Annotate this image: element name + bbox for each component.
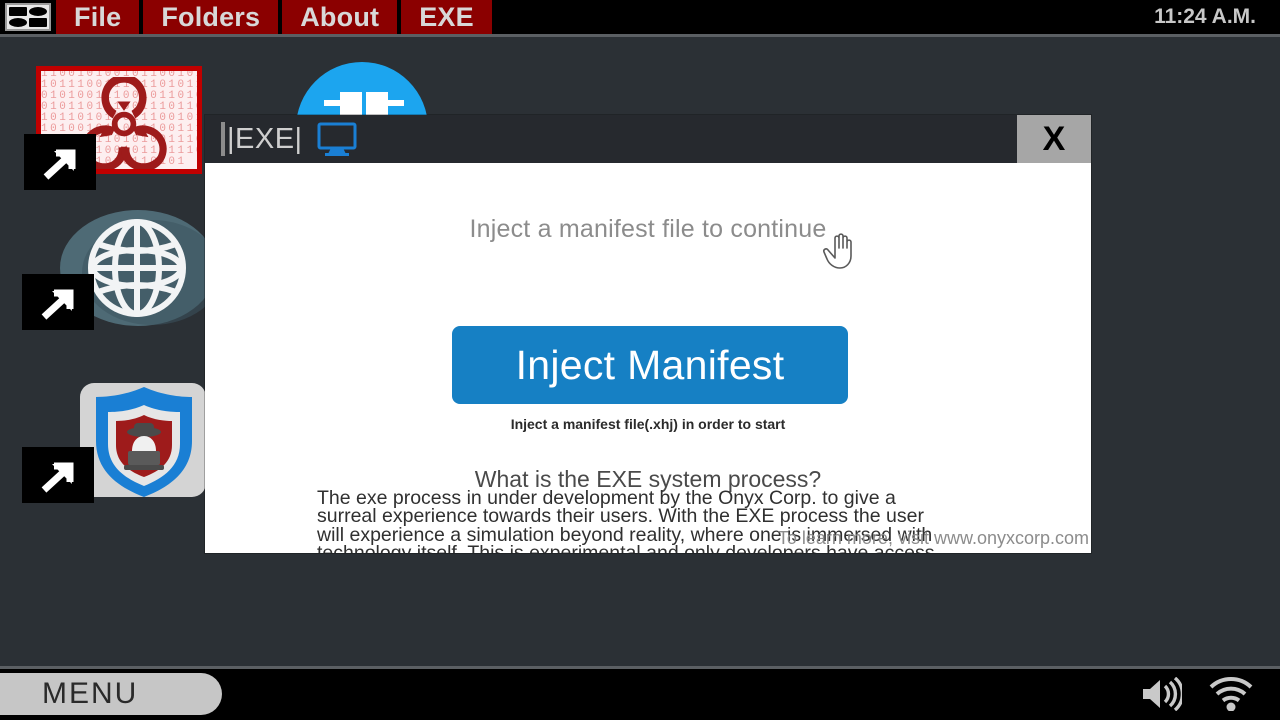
close-button[interactable]: X bbox=[1017, 115, 1091, 163]
grid-apps-icon bbox=[5, 3, 51, 31]
taskbar-divider bbox=[0, 666, 1280, 669]
menu-bar: File Folders About EXE 11:24 A.M. bbox=[0, 0, 1280, 34]
wifi-icon[interactable] bbox=[1208, 677, 1254, 711]
menu-about[interactable]: About bbox=[282, 0, 402, 34]
menu-bar-divider bbox=[0, 34, 1280, 37]
learn-more-link[interactable]: To learn more, visit www.onyxcorp.com bbox=[778, 528, 1091, 549]
inject-manifest-button[interactable]: Inject Manifest bbox=[452, 326, 848, 404]
shortcut-arrow-icon bbox=[22, 447, 94, 503]
clock: 11:24 A.M. bbox=[1154, 0, 1280, 34]
menu-file[interactable]: File bbox=[56, 0, 144, 34]
volume-icon[interactable] bbox=[1140, 677, 1182, 711]
desktop-icon-browser[interactable] bbox=[22, 210, 222, 330]
exe-window: |EXE| X Inject a manifest file to contin… bbox=[205, 115, 1091, 553]
apps-logo-button[interactable] bbox=[0, 0, 56, 34]
window-title: |EXE| bbox=[227, 122, 303, 155]
system-tray bbox=[1140, 674, 1254, 714]
menu-folders[interactable]: Folders bbox=[143, 0, 283, 34]
title-left-rule bbox=[221, 122, 225, 156]
dialog-heading: Inject a manifest file to continue bbox=[469, 215, 827, 243]
window-titlebar[interactable]: |EXE| X bbox=[205, 115, 1091, 163]
shortcut-arrow-icon bbox=[24, 134, 96, 190]
desktop-icon-biohazard[interactable]: 1100101001011001011011100111011010110101… bbox=[24, 66, 202, 190]
start-menu-button[interactable]: MENU bbox=[0, 673, 222, 715]
inject-caption: Inject a manifest file(.xhj) in order to… bbox=[510, 416, 786, 432]
about-line: surreal experience towards their users. … bbox=[317, 505, 924, 528]
shortcut-arrow-icon bbox=[22, 274, 94, 330]
taskbar: MENU bbox=[0, 666, 1280, 720]
menu-bar-spacer bbox=[495, 0, 1155, 34]
shield-hacker-icon bbox=[96, 387, 192, 497]
globe-icon bbox=[88, 219, 186, 317]
window-body: Inject a manifest file to continue Injec… bbox=[205, 163, 1091, 553]
monitor-icon bbox=[317, 122, 357, 156]
pointing-hand-cursor bbox=[823, 233, 852, 269]
desktop-icon-security[interactable] bbox=[22, 383, 212, 503]
menu-exe[interactable]: EXE bbox=[401, 0, 496, 34]
